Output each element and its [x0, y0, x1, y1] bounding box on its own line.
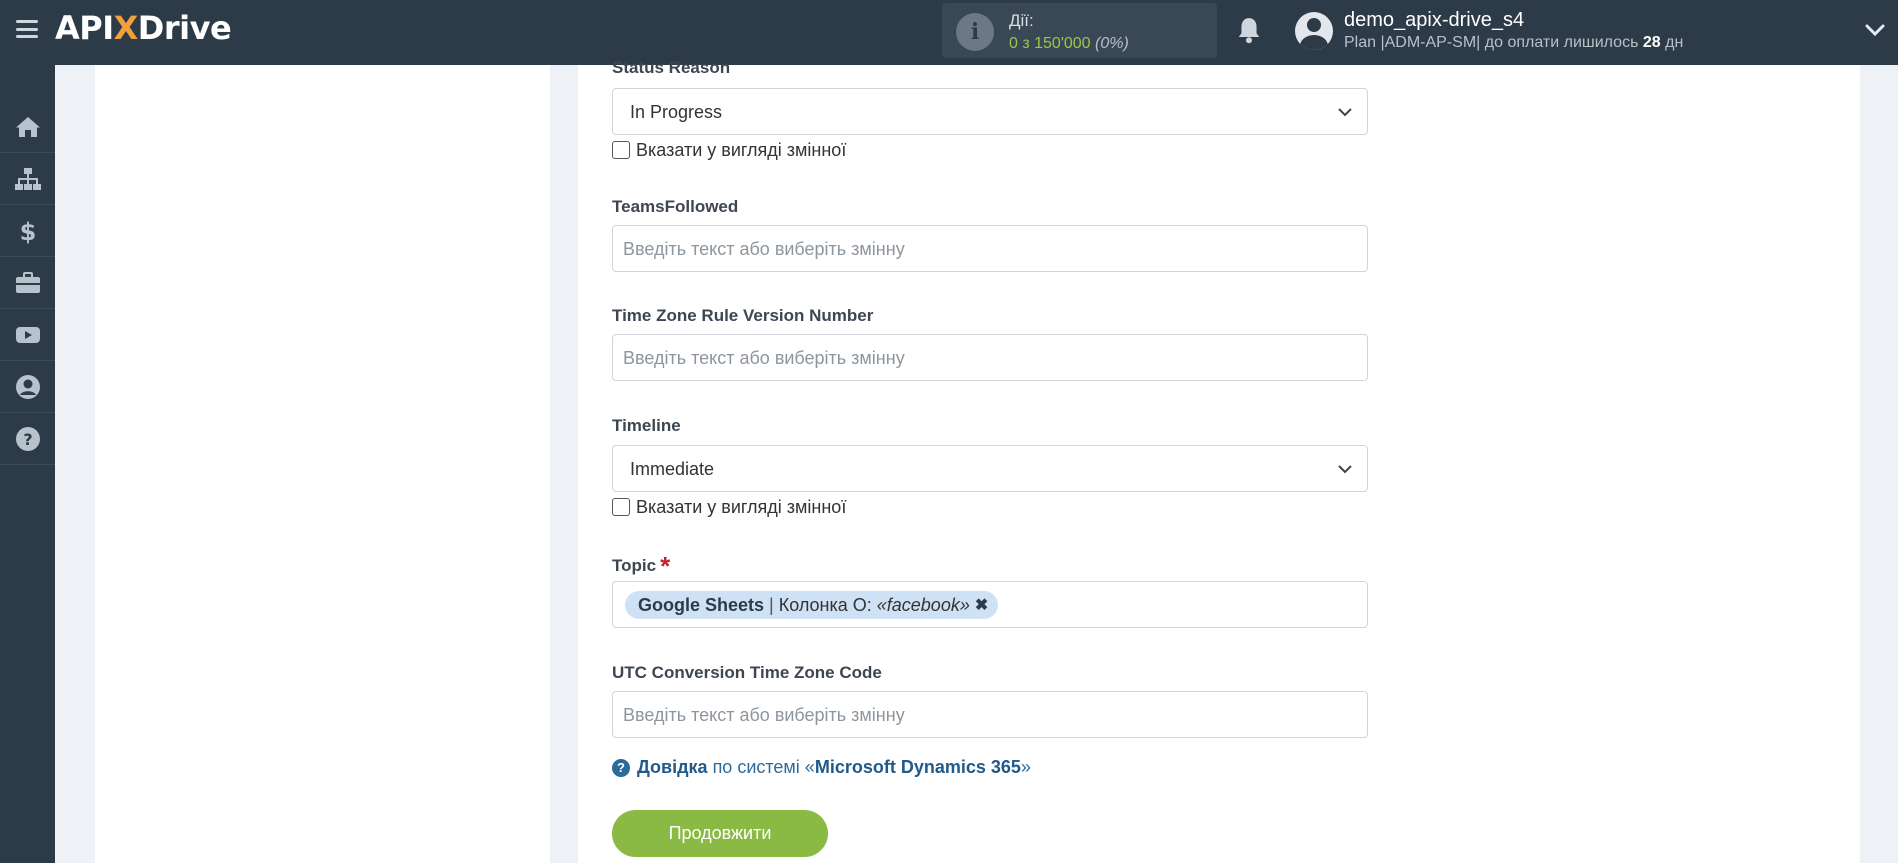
timeline-value: Immediate: [630, 459, 715, 479]
help-line: ? Довідка по системі « Microsoft Dynamic…: [612, 757, 1031, 778]
svg-text:?: ?: [23, 430, 32, 449]
sidebar-item-help[interactable]: ?: [0, 413, 55, 465]
status-reason-as-variable[interactable]: Вказати у вигляді змінної: [612, 140, 846, 160]
actions-value: 0 з 150'000 (0%): [1009, 35, 1129, 52]
timeline-select[interactable]: Immediate: [612, 445, 1368, 492]
bell-icon[interactable]: [1236, 16, 1262, 44]
status-reason-variable-checkbox[interactable]: [612, 141, 630, 159]
sidebar-item-home[interactable]: [0, 101, 55, 153]
tz-rule-version-input[interactable]: Введіть текст або виберіть змінну: [612, 334, 1368, 381]
as-variable-label: Вказати у вигляді змінної: [636, 139, 847, 160]
utc-tz-code-input[interactable]: Введіть текст або виберіть змінну: [612, 691, 1368, 738]
home-icon: [15, 116, 40, 137]
required-mark: *: [660, 551, 671, 581]
timeline-variable-checkbox[interactable]: [612, 498, 630, 516]
briefcase-icon: [15, 271, 40, 293]
youtube-icon: [15, 326, 40, 343]
tz-rule-version-label: Time Zone Rule Version Number: [612, 306, 874, 325]
topic-label: Topic *: [612, 551, 671, 581]
user-name[interactable]: demo_apix-drive_s4: [1344, 9, 1524, 32]
dollar-icon: $: [19, 218, 36, 245]
chevron-down-icon: [1338, 108, 1352, 117]
left-panel: [95, 65, 550, 863]
remove-tag-icon[interactable]: ✖: [975, 595, 988, 615]
user-circle-icon: [15, 374, 40, 399]
sidebar-item-video[interactable]: [0, 309, 55, 361]
top-bar: APIXDrive i Дії: 0 з 150'000 (0%) demo_a…: [0, 0, 1898, 65]
variable-tag[interactable]: Google Sheets | Колонка О: «facebook» ✖: [625, 591, 999, 619]
user-avatar[interactable]: [1295, 12, 1333, 50]
topic-input[interactable]: Google Sheets | Колонка О: «facebook» ✖: [612, 581, 1368, 628]
status-reason-select[interactable]: In Progress: [612, 88, 1368, 135]
svg-text:$: $: [19, 218, 36, 245]
chevron-down-icon: [1338, 465, 1352, 474]
tz-rule-version-placeholder: Введіть текст або виберіть змінну: [623, 348, 905, 368]
question-circle-icon: ?: [612, 758, 630, 777]
sidebar-item-billing[interactable]: $: [0, 205, 55, 257]
help-link[interactable]: Довідка: [637, 757, 708, 778]
teams-followed-input[interactable]: Введіть текст або виберіть змінну: [612, 225, 1368, 272]
sidebar-item-profile[interactable]: [0, 361, 55, 413]
actions-counter: i Дії: 0 з 150'000 (0%): [942, 3, 1217, 58]
teams-followed-label: TeamsFollowed: [612, 197, 739, 216]
sidebar: $ ?: [0, 65, 55, 863]
apix-drive-logo[interactable]: APIXDrive: [55, 9, 232, 47]
sidebar-item-connections[interactable]: [0, 153, 55, 205]
sitemap-icon: [14, 167, 41, 190]
question-circle-icon: ?: [15, 426, 40, 451]
utc-tz-code-label: UTC Conversion Time Zone Code: [612, 663, 882, 682]
status-reason-label: Status Reason: [612, 58, 731, 77]
timeline-label: Timeline: [612, 416, 681, 435]
teams-followed-placeholder: Введіть текст або виберіть змінну: [623, 239, 905, 259]
user-plan: Plan |ADM-AP-SM| до оплати лишилось 28 д…: [1344, 34, 1684, 51]
sidebar-item-services[interactable]: [0, 257, 55, 309]
timeline-as-variable[interactable]: Вказати у вигляді змінної: [612, 497, 846, 517]
continue-button[interactable]: Продовжити: [612, 810, 828, 857]
as-variable-label: Вказати у вигляді змінної: [636, 496, 847, 517]
actions-label: Дії:: [1009, 11, 1034, 30]
utc-tz-code-placeholder: Введіть текст або виберіть змінну: [623, 705, 905, 725]
info-icon: i: [956, 13, 994, 51]
system-link[interactable]: Microsoft Dynamics 365: [815, 757, 1021, 778]
status-reason-value: In Progress: [630, 102, 723, 122]
hamburger-menu-icon[interactable]: [16, 20, 38, 38]
chevron-down-icon[interactable]: [1864, 20, 1886, 40]
